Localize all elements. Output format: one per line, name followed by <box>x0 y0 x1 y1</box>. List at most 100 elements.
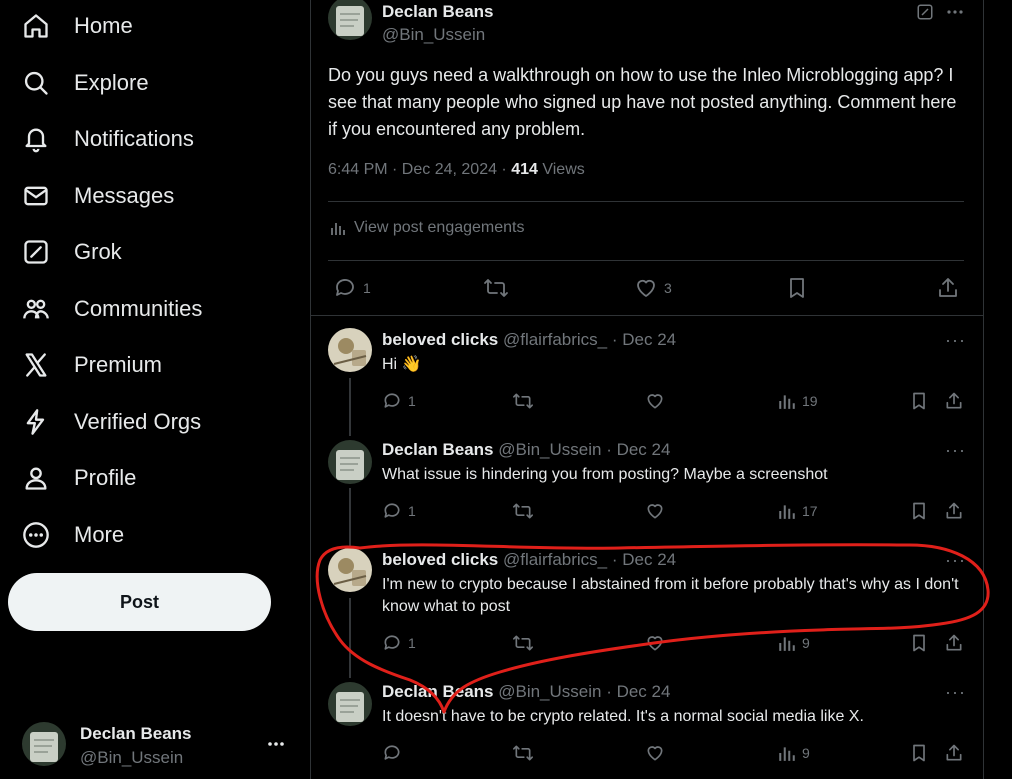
reply-count: 1 <box>363 280 371 296</box>
share-button[interactable] <box>936 276 960 300</box>
author-name[interactable]: Declan Beans <box>382 2 494 22</box>
like-button[interactable]: 3 <box>634 276 672 300</box>
bookmark-button[interactable] <box>785 276 809 300</box>
account-switcher[interactable]: Declan Beans @Bin_Ussein <box>22 720 292 770</box>
share-icon <box>944 391 964 411</box>
reply-button[interactable]: 1 <box>382 501 416 521</box>
avatar[interactable] <box>328 440 372 484</box>
sidebar-item-explore[interactable]: Explore <box>22 61 149 105</box>
view-engagements-link[interactable]: View post engagements <box>330 219 524 237</box>
bookmark-button[interactable] <box>909 633 929 653</box>
author-name[interactable]: Declan Beans <box>382 682 494 701</box>
reply-button[interactable] <box>382 743 408 763</box>
reply-text: What issue is hindering you from posting… <box>382 466 828 483</box>
account-name: Declan Beans <box>80 724 192 743</box>
author-name[interactable]: beloved clicks <box>382 330 498 349</box>
heart-icon <box>645 743 665 763</box>
repost-button[interactable] <box>512 501 534 521</box>
like-button[interactable] <box>645 743 665 763</box>
author-name[interactable]: Declan Beans <box>382 440 494 459</box>
sidebar-item-label: Profile <box>74 465 137 490</box>
reply-button[interactable]: 1 <box>333 276 371 300</box>
thread-line <box>349 488 351 546</box>
views-button[interactable]: 9 <box>778 743 810 763</box>
share-button[interactable] <box>944 501 964 521</box>
repost-button[interactable] <box>483 276 509 300</box>
views-button[interactable]: 9 <box>778 633 810 653</box>
sidebar-item-messages[interactable]: Messages <box>22 174 174 218</box>
author-meta[interactable]: @Bin_Ussein · Dec 24 <box>494 440 670 459</box>
reply-header: beloved clicks @flairfabrics_ · Dec 24 <box>382 550 676 570</box>
more-dots-icon[interactable]: ··· <box>945 682 966 703</box>
repost-button[interactable] <box>512 633 534 653</box>
like-button[interactable] <box>645 633 665 653</box>
heart-icon <box>645 633 665 653</box>
avatar[interactable] <box>328 328 372 372</box>
more-dots-icon[interactable]: ··· <box>945 440 966 461</box>
bookmark-icon <box>785 276 809 300</box>
analytics-icon <box>778 391 796 411</box>
post-timestamp[interactable]: 6:44 PM · Dec 24, 2024 · <box>328 161 511 178</box>
heart-icon <box>645 501 665 521</box>
more-circle-icon <box>22 521 50 549</box>
more-dots-icon[interactable]: ··· <box>945 550 966 571</box>
engagements-label: View post engagements <box>354 219 525 236</box>
post-text: Do you guys need a walkthrough on how to… <box>328 65 957 139</box>
share-button[interactable] <box>944 743 964 763</box>
sidebar-item-label: More <box>74 522 125 547</box>
column-divider <box>983 0 984 779</box>
reply-text: Hi 👋 <box>382 356 422 373</box>
sidebar-item-grok[interactable]: Grok <box>22 230 122 274</box>
sidebar-item-home[interactable]: Home <box>22 4 133 48</box>
reply-count: 1 <box>408 635 416 651</box>
bookmark-button[interactable] <box>909 391 929 411</box>
sidebar-item-label: Premium <box>74 352 163 377</box>
sidebar-item-verified-orgs[interactable]: Verified Orgs <box>22 400 201 444</box>
reply-button[interactable]: 1 <box>382 391 416 411</box>
repost-button[interactable] <box>512 391 534 411</box>
share-icon <box>944 743 964 763</box>
people-icon <box>22 295 50 323</box>
divider <box>311 315 983 316</box>
bookmark-button[interactable] <box>909 743 929 763</box>
share-icon <box>944 501 964 521</box>
more-dots-icon[interactable]: ··· <box>945 330 966 351</box>
bookmark-icon <box>909 501 929 521</box>
like-button[interactable] <box>645 501 665 521</box>
reply-icon <box>333 276 357 300</box>
sidebar-item-communities[interactable]: Communities <box>22 287 202 331</box>
search-icon <box>22 69 50 97</box>
like-button[interactable] <box>645 391 665 411</box>
sidebar-item-profile[interactable]: Profile <box>22 456 136 500</box>
share-button[interactable] <box>944 391 964 411</box>
more-dots-icon[interactable] <box>266 734 286 754</box>
sidebar-item-notifications[interactable]: Notifications <box>22 117 194 161</box>
avatar[interactable] <box>328 682 372 726</box>
grok-icon[interactable] <box>916 3 934 21</box>
more-dots-icon[interactable] <box>945 3 965 21</box>
author-meta[interactable]: @flairfabrics_ · Dec 24 <box>498 330 676 349</box>
bookmark-button[interactable] <box>909 501 929 521</box>
bell-icon <box>22 125 50 153</box>
author-name[interactable]: beloved clicks <box>382 550 498 569</box>
author-handle[interactable]: @Bin_Ussein <box>382 25 485 45</box>
views-button[interactable]: 19 <box>778 391 818 411</box>
view-count: 9 <box>802 635 810 651</box>
reply-button[interactable]: 1 <box>382 633 416 653</box>
thread-line <box>349 598 351 678</box>
reply-icon <box>382 743 402 763</box>
avatar[interactable] <box>328 548 372 592</box>
share-button[interactable] <box>944 633 964 653</box>
view-count: 19 <box>802 393 818 409</box>
post-button[interactable]: Post <box>8 573 271 631</box>
analytics-icon <box>778 743 796 763</box>
author-meta[interactable]: @flairfabrics_ · Dec 24 <box>498 550 676 569</box>
views-button[interactable]: 17 <box>778 501 818 521</box>
divider <box>328 260 964 261</box>
reply-icon <box>382 391 402 411</box>
repost-button[interactable] <box>512 743 534 763</box>
sidebar-item-more[interactable]: More <box>22 513 124 557</box>
envelope-icon <box>22 182 50 210</box>
sidebar-item-premium[interactable]: Premium <box>22 343 162 387</box>
author-meta[interactable]: @Bin_Ussein · Dec 24 <box>494 682 670 701</box>
